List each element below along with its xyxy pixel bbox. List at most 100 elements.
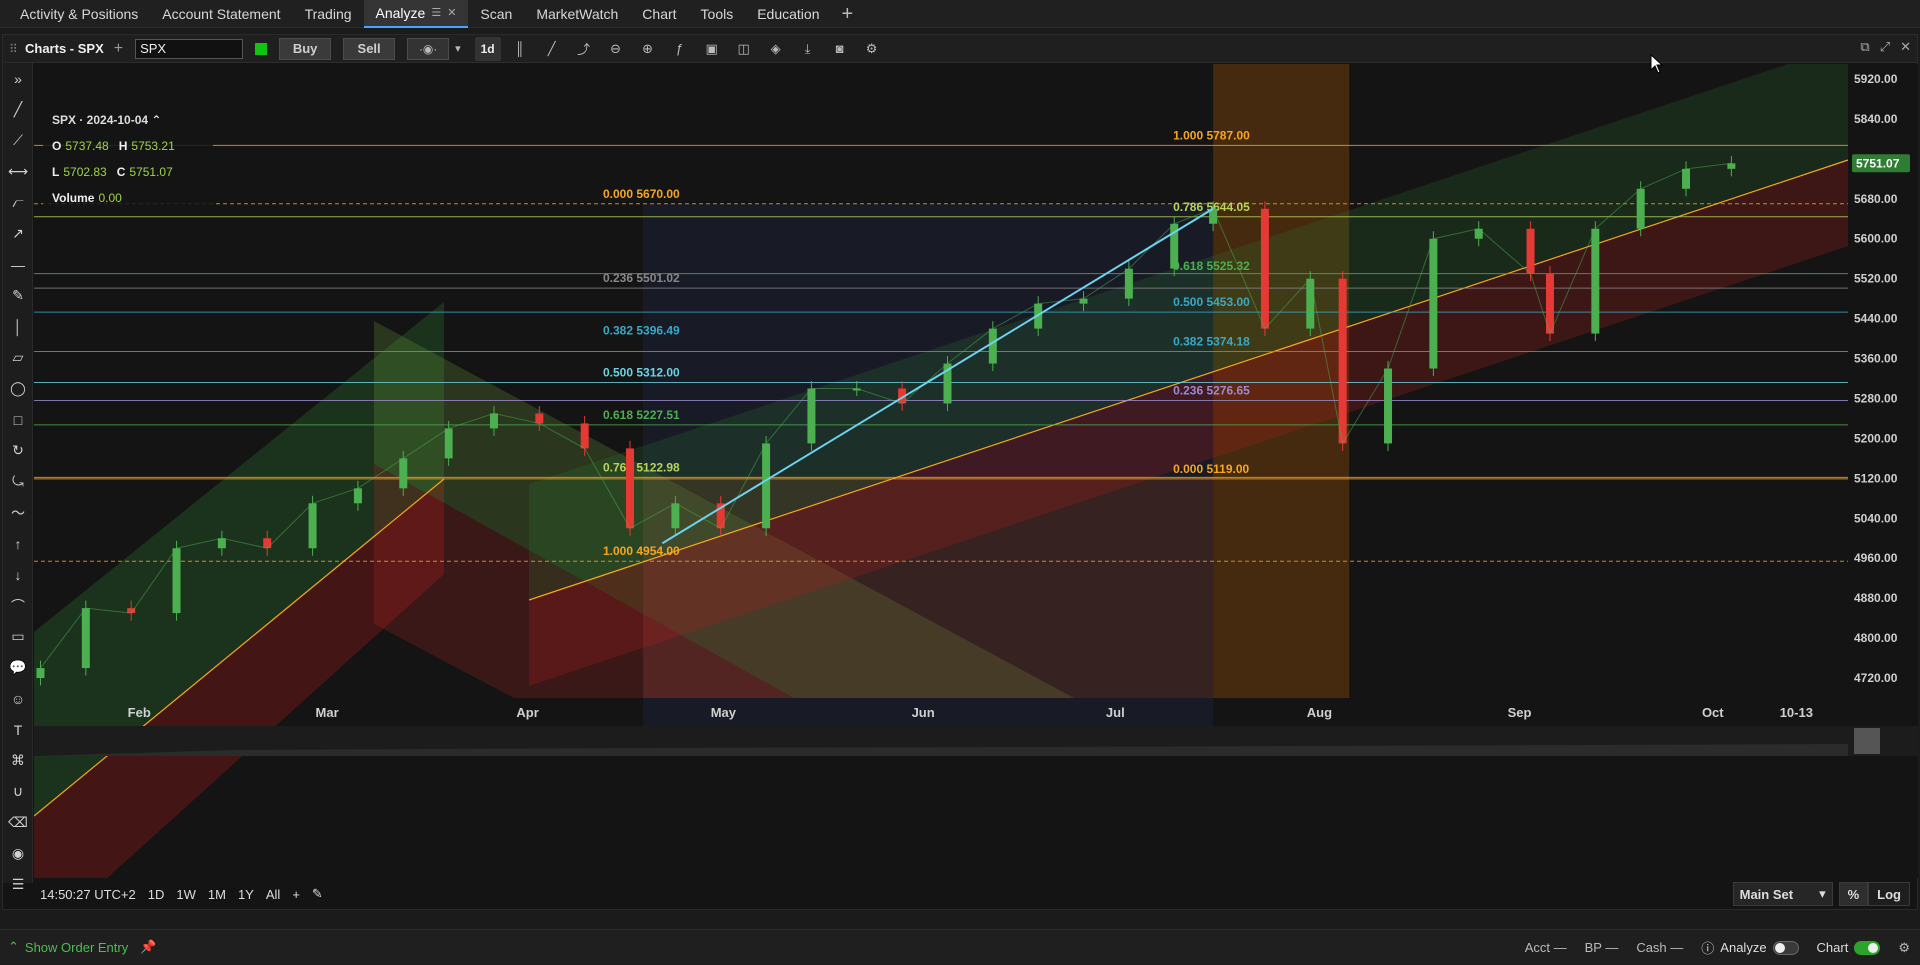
x-tick-label: Aug bbox=[1307, 705, 1332, 720]
tab-tools[interactable]: Tools bbox=[689, 0, 746, 28]
crosshair-select[interactable]: ·◉· bbox=[407, 37, 450, 60]
chart-toggle[interactable] bbox=[1854, 940, 1881, 955]
open-value: 5737.48 bbox=[65, 139, 109, 153]
popout-icon[interactable]: ⧉ bbox=[1860, 39, 1869, 55]
sell-button[interactable]: Sell bbox=[343, 37, 396, 60]
candle-body bbox=[263, 538, 272, 549]
tab-scan[interactable]: Scan bbox=[468, 0, 524, 28]
link-color-indicator[interactable] bbox=[255, 42, 268, 55]
fib-level-label: 0.236 5276.65 bbox=[1173, 383, 1250, 397]
log-toggle[interactable]: Log bbox=[1868, 882, 1910, 906]
layout-icon[interactable]: ◫ bbox=[731, 37, 757, 61]
gear-icon[interactable]: ⚙ bbox=[859, 37, 885, 61]
arc-curve-icon[interactable]: ⌒ bbox=[3, 590, 33, 621]
arrow-line-icon[interactable]: ↗ bbox=[3, 218, 33, 249]
ohlc-legend: SPX · 2024-10-04 ⌃ O 5737.48 H 5753.21 L 570… bbox=[43, 99, 213, 213]
maximize-icon[interactable]: ⤢ bbox=[1880, 39, 1890, 55]
draw-line-icon[interactable]: ╱ bbox=[539, 37, 565, 61]
candle-style-icon[interactable]: ║ bbox=[507, 37, 533, 61]
fib-level-label: 0.618 5227.51 bbox=[603, 408, 680, 422]
range-1d-button[interactable]: 1D bbox=[148, 887, 165, 902]
segment-icon[interactable]: — bbox=[3, 249, 33, 280]
download-icon[interactable]: ⤓ bbox=[795, 37, 821, 61]
edit-icon[interactable]: ✎ bbox=[312, 886, 323, 902]
channel-icon[interactable]: ▱ bbox=[3, 342, 33, 373]
eraser-icon[interactable]: ⌫ bbox=[3, 807, 33, 838]
buy-button[interactable]: Buy bbox=[279, 37, 332, 60]
close-icon[interactable]: ✕ bbox=[1900, 39, 1911, 55]
ellipse-icon[interactable]: ◯ bbox=[3, 373, 33, 404]
tab-account-statement[interactable]: Account Statement bbox=[150, 0, 292, 28]
callout-icon[interactable]: ▭ bbox=[3, 621, 33, 652]
gear-icon[interactable]: ⚙ bbox=[1898, 940, 1910, 956]
curve-icon[interactable]: 〜 bbox=[3, 497, 33, 528]
ray-icon[interactable]: ⟋ bbox=[3, 125, 33, 156]
layers-stack-icon[interactable]: ☰ bbox=[3, 869, 33, 900]
y-tick-label: 4960.00 bbox=[1854, 551, 1898, 565]
trend-icon[interactable]: ⤴ bbox=[571, 37, 597, 61]
add-chart-icon[interactable]: + bbox=[114, 40, 123, 58]
add-range-icon[interactable]: + bbox=[292, 887, 300, 902]
high-label: H bbox=[118, 139, 128, 153]
horizontal-line-icon[interactable]: ⟷ bbox=[3, 156, 33, 187]
candle-body bbox=[580, 423, 589, 449]
show-order-entry[interactable]: ⌃ Show Order Entry bbox=[8, 939, 128, 955]
tab-label: Scan bbox=[480, 5, 513, 22]
cash-value: Cash — bbox=[1636, 940, 1684, 955]
zoom-out-icon[interactable]: ⊖ bbox=[603, 37, 629, 61]
plus-icon[interactable]: + bbox=[832, 0, 864, 28]
study-icon[interactable]: ƒ bbox=[667, 37, 693, 61]
main-set-select[interactable]: Main Set ▾ bbox=[1732, 882, 1833, 906]
range-1m-button[interactable]: 1M bbox=[208, 887, 226, 902]
text-icon[interactable]: T bbox=[3, 714, 33, 745]
range-1w-button[interactable]: 1W bbox=[176, 887, 196, 902]
comment-icon[interactable]: 💬 bbox=[3, 652, 33, 683]
tab-education[interactable]: Education bbox=[745, 0, 831, 28]
arrow-down-icon[interactable]: ↓ bbox=[3, 559, 33, 590]
tab-marketwatch[interactable]: MarketWatch bbox=[524, 0, 630, 28]
magnet-icon[interactable]: ∪ bbox=[3, 776, 33, 807]
y-tick-label: 5840.00 bbox=[1854, 112, 1898, 126]
emoji-icon[interactable]: ☺ bbox=[3, 683, 33, 714]
tab-activity-positions[interactable]: Activity & Positions bbox=[8, 0, 150, 28]
tab-chart[interactable]: Chart bbox=[630, 0, 688, 28]
close-value: 5751.07 bbox=[129, 165, 173, 179]
chevron-down-icon[interactable]: ▾ bbox=[455, 42, 461, 55]
tab-analyze[interactable]: Analyze ☰ ✕ bbox=[363, 0, 469, 28]
arrow-up-icon[interactable]: ↑ bbox=[3, 528, 33, 559]
range-1y-button[interactable]: 1Y bbox=[238, 887, 254, 902]
trendline-icon[interactable]: ╱ bbox=[3, 94, 33, 125]
tab-label: Activity & Positions bbox=[20, 5, 139, 22]
eye-icon[interactable]: ◉ bbox=[3, 838, 33, 869]
chart-title: Charts - SPX bbox=[25, 41, 104, 56]
analyze-toggle[interactable] bbox=[1772, 940, 1799, 955]
drag-handle-icon[interactable]: ⠿ bbox=[9, 42, 19, 56]
image-icon[interactable]: ▣ bbox=[699, 37, 725, 61]
zoom-in-icon[interactable]: ⊕ bbox=[635, 37, 661, 61]
expand-icon[interactable]: » bbox=[3, 63, 33, 94]
arc-icon[interactable]: ↻ bbox=[3, 435, 33, 466]
pin-icon[interactable]: 📌 bbox=[140, 939, 156, 955]
percent-toggle[interactable]: % bbox=[1838, 882, 1869, 906]
brush-icon[interactable]: ⌘ bbox=[3, 745, 33, 776]
x-tick-label: Jul bbox=[1106, 705, 1125, 720]
range-all-button[interactable]: All bbox=[266, 887, 280, 902]
vertical-line-icon[interactable]: │ bbox=[3, 311, 33, 342]
candle-body bbox=[988, 328, 997, 364]
pen-icon[interactable]: ✎ bbox=[3, 280, 33, 311]
symbol-input[interactable] bbox=[135, 38, 244, 59]
price-chart[interactable]: 1.000 5787.000.000 5670.000.786 5644.050… bbox=[34, 64, 1918, 878]
candle-body bbox=[671, 503, 680, 529]
fib-icon[interactable]: ⦧ bbox=[3, 187, 33, 218]
menu-icon[interactable]: ☰ bbox=[431, 0, 441, 27]
candle-body bbox=[36, 668, 45, 679]
polyline-icon[interactable]: ⤿ bbox=[3, 466, 33, 497]
candle-body bbox=[353, 488, 362, 504]
camera-icon[interactable]: ◙ bbox=[827, 37, 853, 61]
layers-icon[interactable]: ◈ bbox=[763, 37, 789, 61]
period-button[interactable]: 1d bbox=[474, 36, 501, 61]
close-icon[interactable]: ✕ bbox=[447, 0, 456, 27]
collapse-icon[interactable]: ⌃ bbox=[151, 113, 161, 127]
tab-trading[interactable]: Trading bbox=[293, 0, 364, 28]
rectangle-icon[interactable]: □ bbox=[3, 404, 33, 435]
